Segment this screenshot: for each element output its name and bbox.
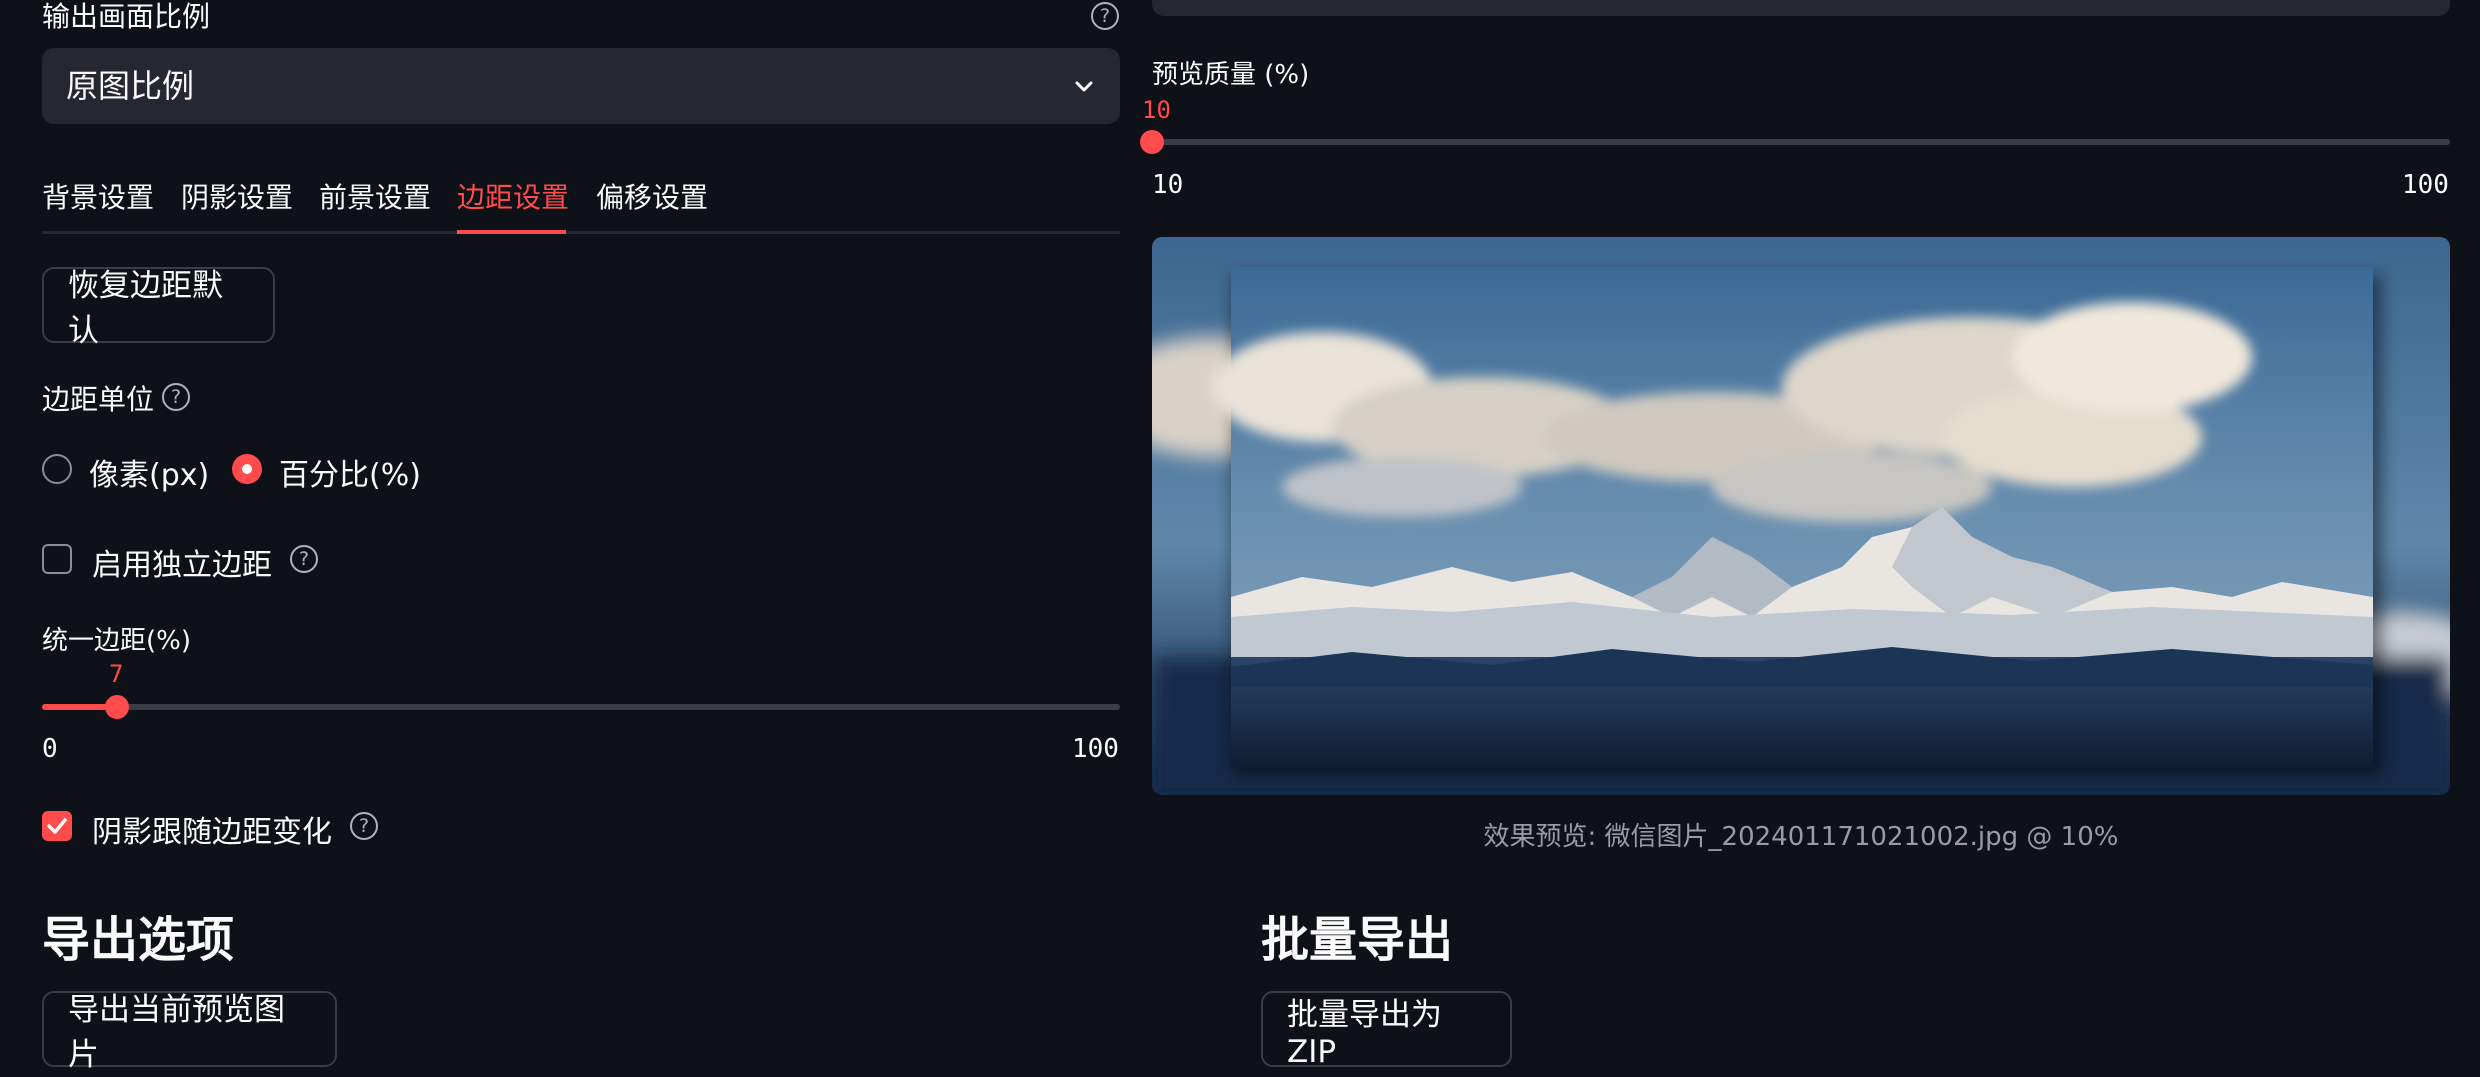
independent-margin-checkbox[interactable] (42, 544, 72, 574)
tab-shadow[interactable]: 阴影设置 (181, 176, 293, 216)
margin-unit-label: 边距单位 (42, 383, 155, 416)
select-value: 原图比例 (66, 67, 195, 105)
radio-percent-label[interactable]: 百分比(%) (279, 450, 421, 494)
preview-quality-max: 100 (2402, 170, 2449, 200)
check-icon (47, 818, 67, 834)
independent-margin-label[interactable]: 启用独立边距 (92, 540, 272, 584)
output-ratio-select[interactable]: 原图比例 (42, 48, 1120, 124)
help-icon[interactable]: ? (162, 383, 190, 411)
help-icon[interactable]: ? (350, 812, 378, 840)
batch-export-zip-button[interactable]: 批量导出为 ZIP (1261, 991, 1512, 1070)
uniform-margin-label: 统一边距(%) (42, 626, 191, 656)
tab-background[interactable]: 背景设置 (42, 176, 154, 216)
upper-widget-edge (1152, 0, 2450, 16)
tab-active-indicator (457, 230, 566, 234)
uniform-margin-thumb[interactable] (105, 695, 129, 719)
preview-image (1152, 237, 2450, 795)
radio-pixel-label[interactable]: 像素(px) (89, 450, 209, 494)
preview-quality-thumb[interactable] (1140, 130, 1164, 154)
preview-quality-track[interactable] (1152, 139, 2450, 145)
tab-offset[interactable]: 偏移设置 (596, 176, 708, 216)
help-icon[interactable]: ? (290, 545, 318, 573)
output-ratio-label: 输出画面比例 (42, 0, 211, 33)
preview-quality-label: 预览质量 (%) (1152, 60, 1310, 90)
uniform-margin-value: 7 (109, 660, 124, 688)
batch-export-title: 批量导出 (1261, 912, 1454, 968)
tab-foreground[interactable]: 前景设置 (319, 176, 431, 216)
tab-margin[interactable]: 边距设置 (457, 176, 569, 216)
shadow-follow-checkbox[interactable] (42, 811, 72, 841)
chevron-down-icon (1075, 81, 1093, 92)
tab-divider (42, 231, 1120, 234)
export-options-title: 导出选项 (42, 912, 235, 968)
help-icon[interactable]: ? (1091, 2, 1119, 30)
radio-percent[interactable] (232, 454, 262, 484)
preview-caption: 效果预览: 微信图片_202401171021002.jpg @ 10% (1483, 822, 2119, 852)
radio-pixel[interactable] (42, 454, 72, 484)
reset-margin-button[interactable]: 恢复边距默认 (42, 267, 275, 349)
shadow-follow-label[interactable]: 阴影跟随边距变化 (92, 807, 332, 851)
uniform-margin-max: 100 (1072, 734, 1119, 764)
uniform-margin-track[interactable] (42, 704, 1120, 710)
uniform-margin-min: 0 (42, 734, 58, 764)
preview-quality-min: 10 (1152, 170, 1184, 200)
preview-quality-value: 10 (1142, 96, 1171, 124)
export-preview-button[interactable]: 导出当前预览图片 (42, 991, 337, 1073)
